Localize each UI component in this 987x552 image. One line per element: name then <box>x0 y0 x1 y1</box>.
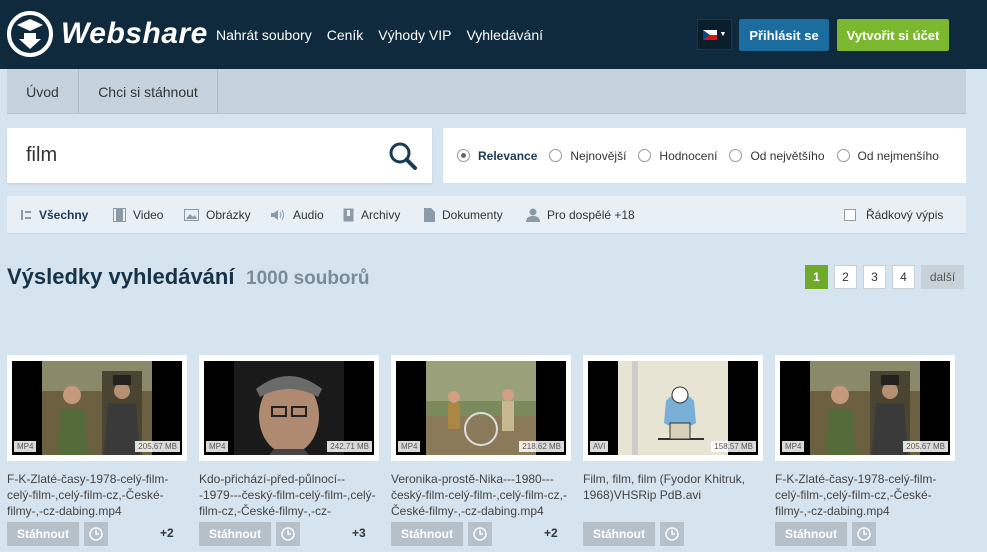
filter-documents[interactable]: Dokumenty <box>424 196 503 234</box>
section-tabs: Úvod Chci si stáhnout <box>7 69 966 114</box>
file-name-link[interactable]: F-K-Zlaté-časy-1978-celý-film-celý-film-… <box>775 471 953 519</box>
file-card: MP4 205.67 MB F-K-Zlaté-časy-1978-celý-f… <box>7 355 187 546</box>
download-button[interactable]: Stáhnout <box>391 522 463 546</box>
file-type-badge: AVI <box>590 441 609 452</box>
file-name-link[interactable]: Film, film, film (Fyodor Khitruk, 1968)V… <box>583 471 761 519</box>
sort-newest[interactable]: Nejnovější <box>549 149 626 163</box>
download-button[interactable]: Stáhnout <box>7 522 79 546</box>
row-listing-checkbox[interactable]: Řádkový výpis <box>844 196 943 234</box>
speaker-icon <box>271 209 284 221</box>
radio-icon <box>638 149 652 162</box>
radio-icon <box>729 149 743 162</box>
radio-icon <box>549 149 563 162</box>
page-4[interactable]: 4 <box>892 265 915 289</box>
tab-download[interactable]: Chci si stáhnout <box>79 69 218 114</box>
filter-video[interactable]: Video <box>113 196 163 234</box>
page-1[interactable]: 1 <box>805 265 828 289</box>
sort-relevance[interactable]: Relevance <box>457 149 537 163</box>
radio-icon <box>836 149 850 162</box>
top-bar: Webshare Nahrát soubory Ceník Výhody VIP… <box>0 0 987 69</box>
thumbnail[interactable]: AVI 158.57 MB <box>583 355 763 461</box>
filter-adult[interactable]: Pro dospělé +18 <box>526 196 635 234</box>
logo-text: Webshare <box>61 17 208 50</box>
clock-icon[interactable] <box>84 522 108 546</box>
filter-archives[interactable]: Archivy <box>343 196 400 234</box>
more-files-count[interactable]: +2 <box>160 526 174 540</box>
nav-search[interactable]: Vyhledávání <box>466 27 543 43</box>
file-name-link[interactable]: Veronika-prostě-Nika---1980---český-film… <box>391 471 569 519</box>
document-icon <box>424 208 435 222</box>
chevron-down-icon: ▼ <box>719 31 727 38</box>
film-icon <box>113 208 126 222</box>
image-icon <box>184 209 199 221</box>
clock-icon[interactable] <box>276 522 300 546</box>
search-icon[interactable] <box>388 141 418 171</box>
clock-icon[interactable] <box>468 522 492 546</box>
sort-options: Relevance Nejnovější Hodnocení Od největ… <box>443 128 966 183</box>
logo[interactable]: Webshare <box>7 11 208 57</box>
file-type-badge: MP4 <box>14 441 37 452</box>
login-button[interactable]: Přihlásit se <box>739 19 829 51</box>
sort-smallest[interactable]: Od nejmenšího <box>836 149 939 163</box>
checkbox-icon <box>844 209 856 221</box>
file-type-badge: MP4 <box>782 441 805 452</box>
filter-all[interactable]: Všechny <box>20 196 88 234</box>
person-icon <box>526 208 540 222</box>
file-card: MP4 218.62 MB Veronika-prostě-Nika---198… <box>391 355 571 546</box>
sort-largest[interactable]: Od největšího <box>729 149 825 163</box>
main-nav: Nahrát soubory Ceník Výhody VIP Vyhledáv… <box>216 27 558 43</box>
nav-pricing[interactable]: Ceník <box>327 27 364 43</box>
results-count: 1000 souborů <box>246 268 370 289</box>
create-account-button[interactable]: Vytvořit si účet <box>837 19 949 51</box>
page-3[interactable]: 3 <box>863 265 886 289</box>
thumbnail[interactable]: MP4 205.67 MB <box>7 355 187 461</box>
page-2[interactable]: 2 <box>834 265 857 289</box>
type-filter-bar: Všechny Video Obrázky Audio Archivy Doku… <box>7 196 966 234</box>
search-input[interactable]: film <box>7 128 432 183</box>
file-size-badge: 218.62 MB <box>519 441 564 452</box>
download-button[interactable]: Stáhnout <box>775 522 847 546</box>
webshare-logo-icon <box>7 11 53 57</box>
file-size-badge: 205.67 MB <box>135 441 180 452</box>
next-page-button[interactable]: další <box>921 265 964 289</box>
pagination: 1 2 3 4 další <box>805 265 970 289</box>
thumbnail[interactable]: MP4 205.67 MB <box>775 355 955 461</box>
file-size-badge: 158.57 MB <box>711 441 756 452</box>
nav-vip[interactable]: Výhody VIP <box>378 27 451 43</box>
language-selector[interactable]: ▼ <box>697 19 732 50</box>
file-card: MP4 205.67 MB F-K-Zlaté-časy-1978-celý-f… <box>775 355 955 546</box>
download-button[interactable]: Stáhnout <box>583 522 655 546</box>
clock-icon[interactable] <box>660 522 684 546</box>
sort-rating[interactable]: Hodnocení <box>638 149 717 163</box>
thumbnail[interactable]: MP4 218.62 MB <box>391 355 571 461</box>
results-title: Výsledky vyhledávání <box>7 264 235 289</box>
file-type-badge: MP4 <box>398 441 421 452</box>
tab-home[interactable]: Úvod <box>7 69 79 114</box>
cz-flag-icon <box>702 29 717 40</box>
file-size-badge: 205.67 MB <box>903 441 948 452</box>
list-icon <box>21 210 31 220</box>
filter-images[interactable]: Obrázky <box>184 196 251 234</box>
file-card: MP4 242.71 MB Kdo-přichází-před-půlnocí-… <box>199 355 379 546</box>
filter-audio[interactable]: Audio <box>270 196 324 234</box>
clock-icon[interactable] <box>852 522 876 546</box>
more-files-count[interactable]: +3 <box>352 526 366 540</box>
file-name-link[interactable]: Kdo-přichází-před-půlnocí---1979---český… <box>199 471 377 519</box>
more-files-count[interactable]: +2 <box>544 526 558 540</box>
thumbnail[interactable]: MP4 242.71 MB <box>199 355 379 461</box>
file-card: AVI 158.57 MB Film, film, film (Fyodor K… <box>583 355 763 546</box>
archive-icon <box>343 208 354 222</box>
file-type-badge: MP4 <box>206 441 229 452</box>
file-name-link[interactable]: F-K-Zlaté-časy-1978-celý-film-celý-film-… <box>7 471 185 519</box>
download-button[interactable]: Stáhnout <box>199 522 271 546</box>
radio-icon <box>457 149 470 162</box>
nav-upload[interactable]: Nahrát soubory <box>216 27 312 43</box>
file-size-badge: 242.71 MB <box>327 441 372 452</box>
search-query: film <box>26 144 58 166</box>
